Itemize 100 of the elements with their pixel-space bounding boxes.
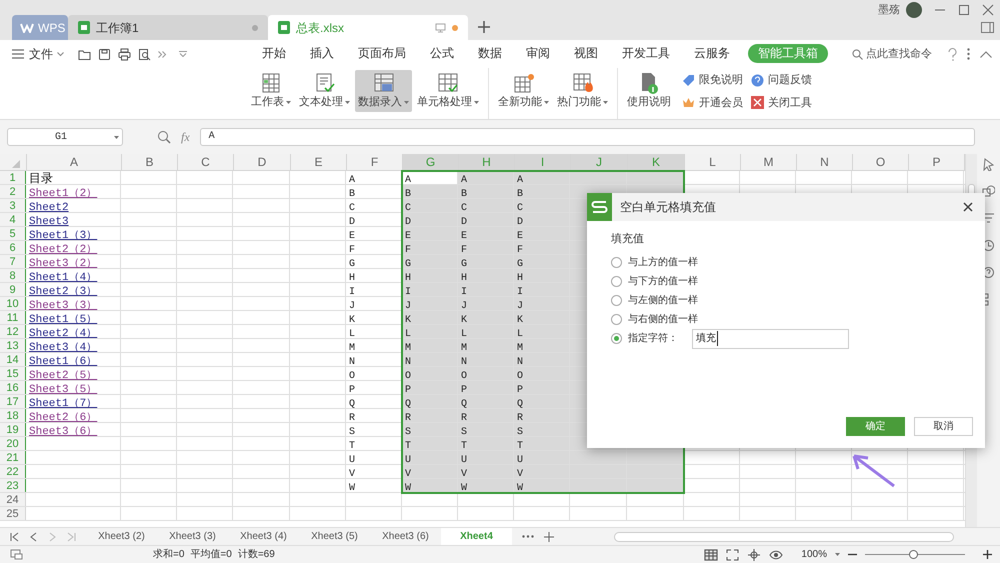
sheet-tab[interactable]: Xheet4	[441, 528, 512, 546]
more-icon[interactable]	[158, 50, 167, 58]
hyperlink[interactable]: Sheet1（2）	[29, 188, 98, 200]
shapes-icon[interactable]	[982, 185, 995, 198]
help-icon[interactable]	[982, 266, 995, 279]
radio-label[interactable]: 指定字符：	[628, 331, 678, 346]
hyperlink[interactable]: Sheet1（3）	[29, 230, 98, 242]
new-tab-icon[interactable]	[478, 21, 490, 33]
hyperlink[interactable]: Sheet3（2）	[29, 258, 98, 270]
row-header[interactable]: 24	[0, 493, 26, 506]
hyperlink[interactable]: Sheet3	[29, 216, 69, 228]
sidebar-toggle-icon[interactable]	[981, 22, 994, 33]
tool-link[interactable]: 开通会员	[682, 94, 743, 111]
dialog-button[interactable]: 取消	[914, 417, 973, 436]
radio-label[interactable]: 与上方的值一样	[628, 255, 698, 270]
sheet-tab[interactable]: Xheet3 (4)	[228, 528, 299, 546]
hyperlink[interactable]: Sheet2（6）	[29, 412, 98, 424]
column-header[interactable]: O	[853, 154, 909, 170]
document-tab[interactable]: 工作簿1	[68, 15, 268, 40]
more-options-icon[interactable]	[967, 48, 970, 60]
hyperlink[interactable]: Sheet2（3）	[29, 286, 98, 298]
ribbon-button[interactable]: 全新功能	[495, 70, 552, 112]
close-icon[interactable]	[963, 202, 973, 212]
customize-icon[interactable]	[179, 51, 187, 57]
radio-label[interactable]: 与右侧的值一样	[628, 312, 698, 327]
tool-link[interactable]: 关闭工具	[751, 94, 812, 111]
zoom-level[interactable]: 100%	[801, 547, 827, 562]
row-header[interactable]: 25	[0, 507, 26, 520]
hyperlink[interactable]: Sheet2	[29, 202, 69, 214]
hyperlink[interactable]: Sheet2（2）	[29, 244, 98, 256]
hyperlink[interactable]: Sheet3（5）	[29, 384, 98, 396]
page-break-icon[interactable]	[726, 548, 740, 560]
close-icon[interactable]	[982, 4, 994, 16]
folder-icon[interactable]	[78, 48, 91, 60]
reading-view-icon[interactable]	[769, 550, 784, 560]
column-header[interactable]: A	[27, 154, 122, 170]
filter-icon[interactable]	[982, 212, 995, 225]
zoom-in-icon[interactable]	[983, 550, 992, 559]
radio-button[interactable]	[611, 314, 622, 325]
ribbon-tab[interactable]: 数据	[466, 44, 514, 63]
hyperlink[interactable]: Sheet3（3）	[29, 300, 98, 312]
hyperlink[interactable]: Sheet1（7）	[29, 398, 98, 410]
formula-field[interactable]: A	[200, 128, 975, 146]
ribbon-tab[interactable]: 视图	[562, 44, 610, 63]
input-field[interactable]: 填充	[692, 328, 849, 348]
radio-label[interactable]: 与左侧的值一样	[628, 293, 698, 308]
column-header[interactable]: C	[178, 154, 234, 170]
column-header[interactable]: D	[234, 154, 291, 170]
macro-icon[interactable]	[10, 549, 23, 560]
normal-view-icon[interactable]	[704, 548, 718, 560]
active-cell[interactable]: A	[402, 171, 458, 184]
zoom-slider-thumb[interactable]	[908, 550, 918, 559]
cursor-icon[interactable]	[982, 158, 995, 171]
ribbon-button[interactable]: 热门功能	[554, 70, 611, 112]
hyperlink[interactable]: Sheet1（6）	[29, 356, 98, 368]
hyperlink[interactable]: Sheet2（5）	[29, 370, 98, 382]
tool-link[interactable]: 问题反馈	[751, 72, 812, 88]
ribbon-button[interactable]: 单元格处理	[414, 70, 482, 112]
hyperlink[interactable]: Sheet2（4）	[29, 328, 98, 340]
ribbon-tab[interactable]: 公式	[418, 44, 466, 63]
page-layout-icon[interactable]	[747, 548, 762, 560]
column-header[interactable]: M	[741, 154, 797, 170]
maximize-icon[interactable]	[958, 4, 970, 16]
ribbon-tab[interactable]: 开始	[250, 44, 298, 63]
column-header[interactable]: E	[291, 154, 347, 170]
radio-button[interactable]	[611, 333, 622, 344]
radio-label[interactable]: 与下方的值一样	[628, 274, 698, 289]
help-icon[interactable]	[948, 48, 957, 60]
hyperlink[interactable]: Sheet3（4）	[29, 342, 98, 354]
radio-button[interactable]	[611, 295, 622, 306]
sheet-tab[interactable]: Xheet3 (5)	[299, 528, 370, 546]
zoom-formula-icon[interactable]	[157, 130, 171, 144]
sheet-tab[interactable]: Xheet3 (6)	[370, 528, 441, 546]
avatar[interactable]	[906, 2, 922, 18]
hyperlink[interactable]: Sheet1（4）	[29, 272, 98, 284]
ribbon-tab[interactable]: 审阅	[514, 44, 562, 63]
tool-link[interactable]: 限免说明	[682, 72, 743, 88]
name-box[interactable]: G1	[7, 128, 123, 146]
ribbon-tab[interactable]: 开发工具	[610, 44, 682, 63]
radio-button[interactable]	[611, 276, 622, 287]
horizontal-scrollbar[interactable]	[614, 532, 954, 542]
hyperlink[interactable]: Sheet3（6）	[29, 426, 98, 438]
first-sheet-icon[interactable]	[10, 532, 19, 542]
ribbon-tab[interactable]: 云服务	[682, 44, 742, 63]
column-header[interactable]: L	[685, 154, 741, 170]
print-icon[interactable]	[118, 48, 131, 60]
hyperlink[interactable]: Sheet1（5）	[29, 314, 98, 326]
menu-icon[interactable]	[12, 49, 24, 59]
add-sheet-icon[interactable]	[544, 532, 554, 542]
column-header[interactable]: B	[122, 154, 178, 170]
document-tab[interactable]: 总表.xlsx	[268, 15, 468, 40]
more-icon[interactable]	[522, 535, 534, 538]
print-preview-icon[interactable]	[138, 48, 151, 60]
sheet-tab[interactable]: Xheet3 (3)	[157, 528, 228, 546]
command-search[interactable]: 点此查找命令	[852, 46, 932, 62]
file-menu[interactable]: 文件	[29, 45, 53, 63]
ribbon-button[interactable]: 工作表	[248, 70, 294, 112]
column-header[interactable]: N	[797, 154, 853, 170]
save-icon[interactable]	[98, 48, 111, 60]
ribbon-tab[interactable]: 插入	[298, 44, 346, 63]
